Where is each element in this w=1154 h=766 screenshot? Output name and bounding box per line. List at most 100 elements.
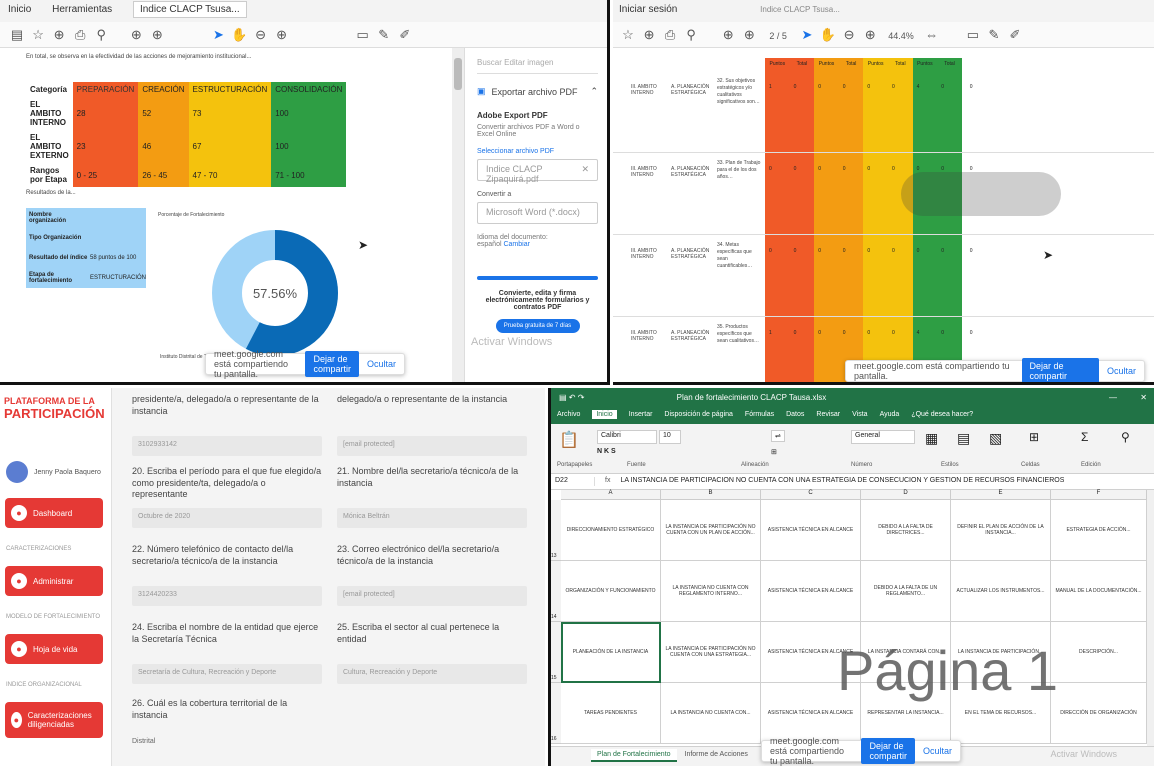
minimize-icon[interactable]: — bbox=[1109, 393, 1117, 402]
sheet-cell[interactable]: TAREAS PENDIENTES bbox=[561, 683, 661, 744]
bookmark-icon[interactable]: ☆ bbox=[29, 27, 47, 43]
chevron-up-icon[interactable]: ⌃ bbox=[590, 86, 598, 97]
nav-caracterizaciones[interactable]: ● Caracterizaciones diligenciadas bbox=[5, 702, 103, 738]
ribbon-tab[interactable]: Fórmulas bbox=[745, 411, 774, 418]
login-label[interactable]: Iniciar sesión bbox=[619, 4, 677, 15]
zoom-out-icon[interactable]: ⊖ bbox=[252, 27, 270, 43]
paste-icon[interactable]: 📋 bbox=[559, 430, 579, 450]
sheet-cell[interactable]: MANUAL DE LA DOCUMENTACIÓN... bbox=[1051, 561, 1147, 622]
sheet-cell[interactable]: DESCRIPCIÓN... bbox=[1051, 622, 1147, 683]
next-page-icon[interactable]: ⊕ bbox=[740, 27, 758, 43]
sheet-cell[interactable]: LA INSTANCIA DE PARTICIPACIÓN NO CUENTA … bbox=[661, 622, 761, 683]
row-number[interactable]: 14 bbox=[551, 561, 561, 622]
zoom-in-icon[interactable]: ⊕ bbox=[861, 27, 879, 43]
search-icon[interactable]: ⚲ bbox=[92, 27, 110, 43]
ribbon-tab[interactable]: ¿Qué desea hacer? bbox=[911, 411, 973, 418]
field-input[interactable]: 3102933142 bbox=[132, 436, 322, 456]
export-pdf-row[interactable]: ▣ Exportar archivo PDF ⌃ bbox=[477, 86, 598, 97]
scrollbar-thumb[interactable] bbox=[454, 58, 462, 90]
page-indicator[interactable]: 2 / 5 bbox=[769, 31, 787, 41]
tab-document[interactable]: Indice CLACP Tsusa... bbox=[760, 5, 840, 14]
column-header[interactable]: F bbox=[1051, 490, 1147, 500]
print-icon[interactable]: ⎙ bbox=[71, 27, 89, 43]
row-number[interactable]: 13 bbox=[551, 500, 561, 561]
fit-icon[interactable]: ⇔ bbox=[923, 27, 941, 42]
column-header[interactable]: B bbox=[661, 490, 761, 500]
column-header[interactable]: A bbox=[561, 490, 661, 500]
ribbon-tab[interactable]: Inicio bbox=[592, 410, 617, 419]
panel-search[interactable]: Buscar Editar imagen bbox=[477, 58, 598, 74]
hide-share-button[interactable]: Ocultar bbox=[1107, 366, 1136, 376]
cursor-icon[interactable]: ➤ bbox=[209, 27, 227, 43]
hide-share-button[interactable]: Ocultar bbox=[923, 746, 952, 756]
sheet-tab-plan[interactable]: Plan de Fortalecimiento bbox=[591, 749, 677, 762]
number-format[interactable]: General bbox=[851, 430, 915, 444]
zoom-out-icon[interactable]: ⊖ bbox=[840, 27, 858, 43]
merge-button[interactable]: ⊞ bbox=[771, 448, 777, 456]
field-input[interactable]: [email protected] bbox=[337, 436, 527, 456]
ribbon-tab[interactable]: Datos bbox=[786, 411, 804, 418]
column-header[interactable]: C bbox=[761, 490, 861, 500]
sheet-cell[interactable]: ASISTENCIA TÉCNICA EN ALCANCE bbox=[761, 500, 861, 561]
bookmark-icon[interactable]: ☆ bbox=[619, 27, 637, 43]
field-input[interactable]: [email protected] bbox=[337, 586, 527, 606]
comment-icon[interactable]: ▭ bbox=[964, 27, 982, 43]
sheet-cell[interactable]: DEBIDO A LA FALTA DE UN REGLAMENTO... bbox=[861, 561, 951, 622]
font-size[interactable]: 10 bbox=[659, 430, 681, 444]
ribbon-tab[interactable]: Revisar bbox=[816, 411, 840, 418]
sheet-cell[interactable]: PLANEACIÓN DE LA INSTANCIA bbox=[561, 622, 661, 683]
vertical-scrollbar[interactable] bbox=[1147, 490, 1154, 746]
stop-sharing-button[interactable]: Dejar de compartir bbox=[305, 351, 359, 377]
nav-dashboard[interactable]: ● Dashboard bbox=[5, 498, 103, 528]
font-name[interactable]: Calibri bbox=[597, 430, 657, 444]
print-icon[interactable]: ⎙ bbox=[661, 27, 679, 43]
zoom-level[interactable]: 44.4% bbox=[888, 31, 914, 41]
sum-icon[interactable]: Σ bbox=[1081, 430, 1088, 444]
row-number[interactable]: 15 bbox=[551, 622, 561, 683]
ribbon-tab[interactable]: Ayuda bbox=[880, 411, 900, 418]
sheet-cell[interactable]: DEBIDO A LA FALTA DE DIRECTRICES... bbox=[861, 500, 951, 561]
nav-hoja-de-vida[interactable]: ● Hoja de vida bbox=[5, 634, 103, 664]
menu-inicio[interactable]: Inicio bbox=[8, 4, 31, 15]
save-icon[interactable]: ▤ ↶ ↷ bbox=[559, 393, 584, 402]
zoom-in-icon[interactable]: ⊕ bbox=[273, 27, 291, 43]
ribbon-tab[interactable]: Insertar bbox=[629, 411, 653, 418]
column-header[interactable]: D bbox=[861, 490, 951, 500]
conditional-format-icon[interactable]: ▦ bbox=[925, 430, 938, 447]
pen-icon[interactable]: ✎ bbox=[985, 27, 1003, 43]
clear-file-icon[interactable]: ✕ bbox=[581, 164, 589, 176]
find-icon[interactable]: ⚲ bbox=[1121, 430, 1130, 444]
field-input[interactable]: Cultura, Recreación y Deporte bbox=[337, 664, 527, 684]
table-format-icon[interactable]: ▤ bbox=[957, 430, 970, 447]
nav-administrar[interactable]: ● Administrar bbox=[5, 566, 103, 596]
field-input[interactable]: Mónica Beltrán bbox=[337, 508, 527, 528]
field-input[interactable]: Secretaría de Cultura, Recreación y Depo… bbox=[132, 664, 322, 684]
search-icon[interactable]: ⚲ bbox=[682, 27, 700, 43]
ribbon-tab[interactable]: Archivo bbox=[557, 411, 580, 418]
sheet-cell[interactable]: DIRECCIÓN DE ORGANIZACIÓN bbox=[1051, 683, 1147, 744]
language-change-link[interactable]: Cambiar bbox=[503, 241, 529, 248]
wrap-text-button[interactable]: ⇌ bbox=[771, 430, 785, 442]
row-number[interactable]: 16 bbox=[551, 683, 561, 744]
sheet-tab-informe[interactable]: Informe de Acciones bbox=[679, 749, 754, 760]
upload-icon[interactable]: ⊕ bbox=[640, 27, 658, 43]
close-icon[interactable]: ✕ bbox=[1140, 393, 1147, 402]
pen-icon[interactable]: ✎ bbox=[375, 27, 393, 43]
sheet-cell[interactable]: DIRECCIONAMIENTO ESTRATÉGICO bbox=[561, 500, 661, 561]
sign-icon[interactable]: ✐ bbox=[1006, 27, 1024, 43]
hand-icon[interactable]: ✋ bbox=[231, 27, 249, 43]
stop-sharing-button[interactable]: Dejar de compartir bbox=[861, 738, 915, 764]
upload-icon[interactable]: ⊕ bbox=[50, 27, 68, 43]
field-input[interactable]: Octubre de 2020 bbox=[132, 508, 322, 528]
sheet-cell[interactable]: DEFINIR EL PLAN DE ACCIÓN DE LA INSTANCI… bbox=[951, 500, 1051, 561]
hand-icon[interactable]: ✋ bbox=[819, 27, 837, 43]
ribbon-tab[interactable]: Disposición de página bbox=[664, 411, 733, 418]
sheet-cell[interactable]: LA INSTANCIA DE PARTICIPACIÓN NO CUENTA … bbox=[661, 500, 761, 561]
formula-input[interactable]: LA INSTANCIA DE PARTICIPACIÓN NO CUENTA … bbox=[620, 477, 1064, 486]
sheet-cell[interactable]: LA INSTANCIA NO CUENTA CON REGLAMENTO IN… bbox=[661, 561, 761, 622]
cursor-icon[interactable]: ➤ bbox=[798, 27, 816, 43]
sheet-cell[interactable]: LA INSTANCIA NO CUENTA CON... bbox=[661, 683, 761, 744]
next-page-icon[interactable]: ⊕ bbox=[148, 27, 166, 43]
cell-styles-icon[interactable]: ▧ bbox=[989, 430, 1002, 447]
field-input[interactable]: Distrital bbox=[132, 738, 322, 745]
